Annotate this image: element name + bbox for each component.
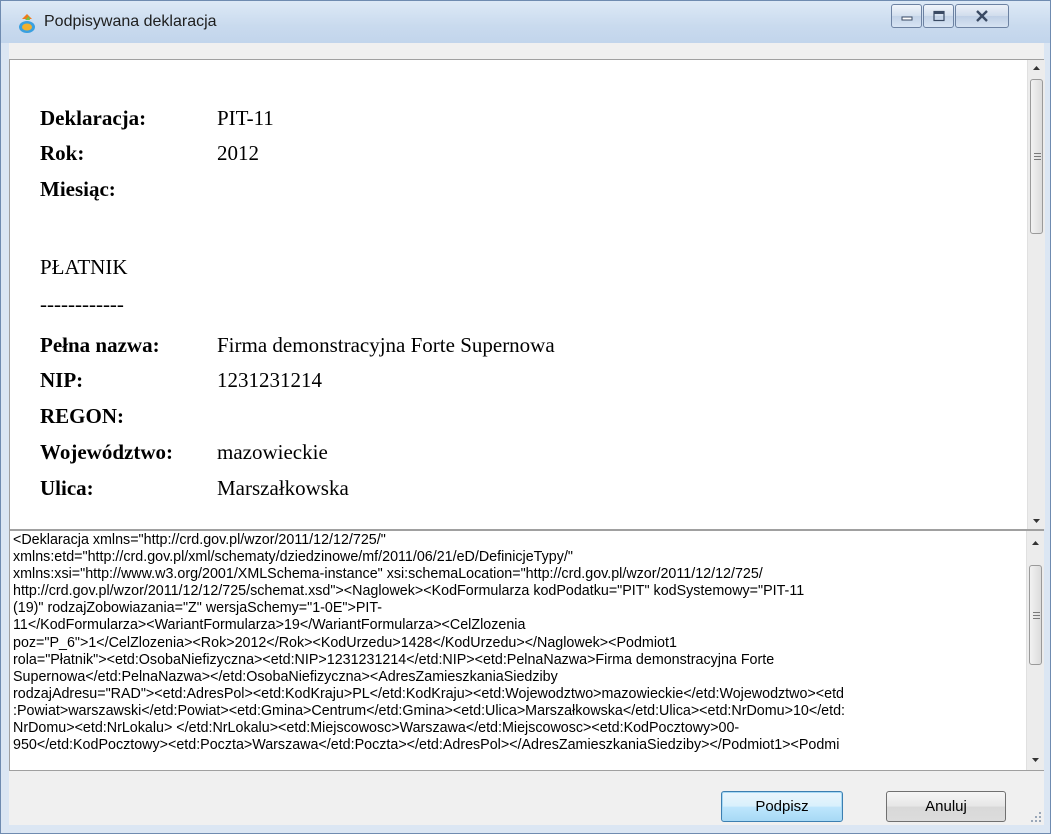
scroll-down-icon[interactable] [1028,512,1045,529]
cancel-button[interactable]: Anuluj [886,791,1006,822]
title-bar[interactable]: Podpisywana deklaracja [1,1,1050,43]
preview-scrollbar[interactable] [1027,60,1045,529]
maximize-icon [932,10,945,22]
minimize-icon [901,16,912,21]
close-button[interactable] [955,4,1009,28]
xml-source-text: <Deklaracja xmlns="http://crd.gov.pl/wzo… [13,532,846,754]
app-icon [19,14,35,33]
xml-scroll-thumb[interactable] [1029,565,1042,665]
xml-source-textarea[interactable]: <Deklaracja xmlns="http://crd.gov.pl/wzo… [9,530,1044,771]
maximize-button[interactable] [923,4,954,28]
sign-button[interactable]: Podpisz [721,791,843,822]
preview-scroll-thumb[interactable] [1030,79,1043,234]
window-title: Podpisywana deklaracja [44,13,217,30]
scroll-down-icon[interactable] [1027,751,1044,768]
preview-frame [9,59,1044,530]
minimize-button[interactable] [891,4,922,28]
close-icon [976,10,988,22]
scroll-up-icon[interactable] [1027,535,1044,552]
xml-scrollbar[interactable] [1026,531,1044,770]
resize-grip-icon[interactable] [1030,811,1042,823]
signing-dialog-window: Podpisywana deklaracja Deklaracja: PIT-1… [0,0,1051,834]
scroll-up-icon[interactable] [1028,60,1045,77]
dialog-client-area: Deklaracja: PIT-11 Rok: 2012 Miesiąc: PŁ… [9,43,1045,825]
